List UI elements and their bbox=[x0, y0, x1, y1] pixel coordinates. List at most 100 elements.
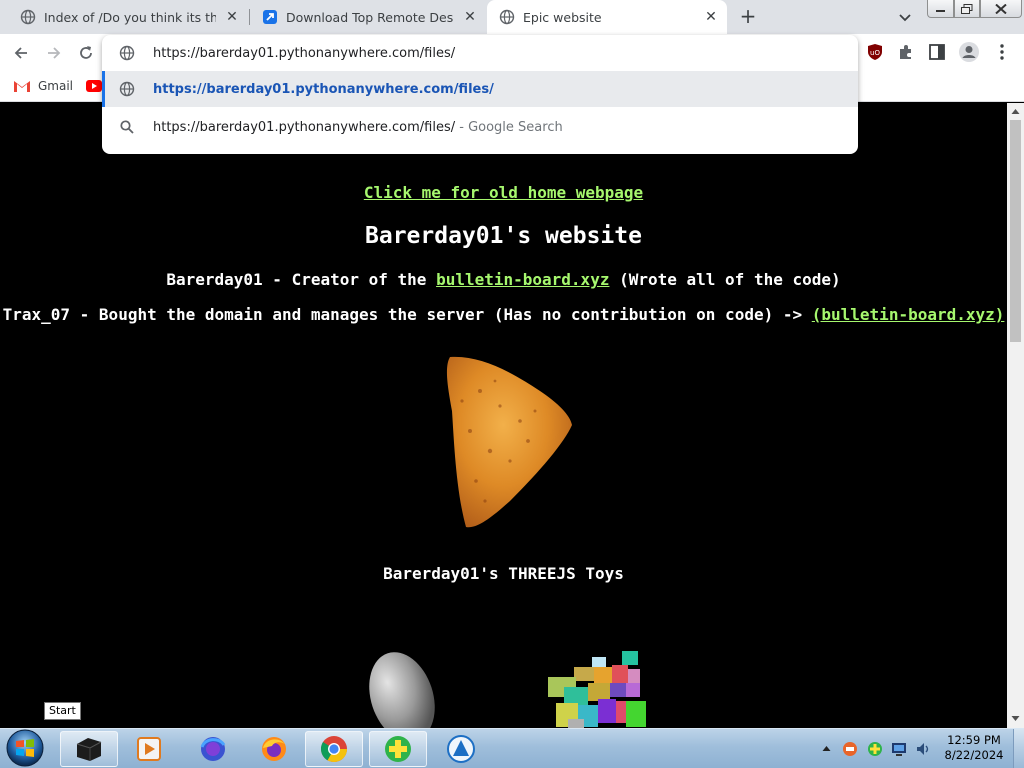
teamviewer-icon bbox=[447, 735, 475, 763]
taskbar-terminal[interactable] bbox=[60, 731, 118, 767]
network-icon[interactable] bbox=[891, 741, 907, 757]
creator-line: Barerday01 - Creator of the bulletin-boa… bbox=[0, 270, 1007, 289]
start-button[interactable] bbox=[3, 728, 47, 768]
forward-arrow-icon bbox=[48, 47, 61, 59]
suggestion-suffix: - Google Search bbox=[455, 119, 563, 135]
clock-date: 8/22/2024 bbox=[944, 748, 1004, 762]
restore-button[interactable] bbox=[954, 0, 980, 18]
chrome-icon bbox=[320, 736, 348, 763]
omnibox-suggestion-url[interactable]: https://barerday01.pythonanywhere.com/fi… bbox=[102, 71, 858, 107]
creator-text: Barerday01 - Creator of the bbox=[166, 270, 437, 289]
tab-strip: Index of /Do you think its that ea ✕ Dow… bbox=[0, 0, 1024, 34]
taskbar-add-app[interactable] bbox=[369, 731, 427, 767]
close-tab-icon[interactable]: ✕ bbox=[224, 9, 240, 25]
back-arrow-icon bbox=[14, 47, 27, 59]
browser-menu-button[interactable] bbox=[991, 41, 1013, 63]
globe-icon bbox=[119, 81, 135, 97]
taskbar-chrome[interactable] bbox=[305, 731, 363, 767]
owner-line: Trax_07 - Bought the domain and manages … bbox=[0, 305, 1007, 324]
bulletin-board-link-2[interactable]: (bulletin-board.xyz) bbox=[812, 305, 1005, 324]
tab-title: Epic website bbox=[523, 9, 602, 25]
creator-suffix: (Wrote all of the code) bbox=[609, 270, 841, 289]
forward-button[interactable] bbox=[43, 42, 65, 64]
globe-icon bbox=[499, 9, 515, 25]
owner-text: Trax_07 - Bought the domain and manages … bbox=[2, 305, 812, 324]
taskbar-firefox[interactable] bbox=[245, 731, 303, 767]
taskbar-media-player[interactable] bbox=[120, 731, 178, 767]
puzzle-icon bbox=[900, 45, 911, 59]
avatar-icon bbox=[959, 42, 979, 62]
tray-app-icon[interactable] bbox=[842, 741, 858, 757]
remote-desktop-icon bbox=[263, 10, 277, 24]
restore-icon bbox=[961, 3, 973, 14]
ublock-extension-button[interactable]: uO bbox=[864, 41, 886, 63]
minimize-button[interactable] bbox=[927, 0, 954, 18]
new-tab-button[interactable]: + bbox=[736, 5, 760, 29]
reload-icon bbox=[80, 46, 92, 59]
scroll-up-icon[interactable] bbox=[1011, 108, 1020, 115]
close-window-button[interactable] bbox=[980, 0, 1022, 18]
close-tab-icon[interactable]: ✕ bbox=[703, 9, 719, 25]
page-scrollbar[interactable] bbox=[1007, 103, 1024, 728]
omnibox-dropdown: https://barerday01.pythonanywhere.com/fi… bbox=[102, 35, 858, 154]
show-desktop-button[interactable] bbox=[1013, 729, 1024, 768]
firefox-icon bbox=[262, 737, 286, 761]
suggestion-query: https://barerday01.pythonanywhere.com/fi… bbox=[153, 119, 456, 135]
youtube-icon bbox=[86, 80, 102, 92]
globe-icon bbox=[119, 45, 135, 61]
extensions-button[interactable] bbox=[895, 41, 917, 63]
scroll-down-icon[interactable] bbox=[1011, 715, 1020, 722]
close-tab-icon[interactable]: ✕ bbox=[462, 9, 478, 25]
side-panel-button[interactable] bbox=[926, 41, 948, 63]
site-title: Barerday01's website bbox=[365, 223, 642, 249]
system-clock[interactable]: 12:59 PM 8/22/2024 bbox=[942, 733, 1006, 763]
desktop-screen: Index of /Do you think its that ea ✕ Dow… bbox=[0, 0, 1024, 768]
address-input[interactable]: https://barerday01.pythonanywhere.com/fi… bbox=[102, 35, 858, 71]
bulletin-board-link[interactable]: bulletin-board.xyz bbox=[436, 270, 609, 289]
profile-button[interactable] bbox=[958, 41, 980, 63]
more-vertical-icon bbox=[1000, 44, 1004, 60]
suggestion-text: https://barerday01.pythonanywhere.com/fi… bbox=[153, 81, 494, 97]
tray-add-icon[interactable] bbox=[867, 741, 883, 757]
firefox-dev-icon bbox=[200, 737, 226, 761]
reload-button[interactable] bbox=[75, 42, 97, 64]
back-button[interactable] bbox=[10, 42, 32, 64]
web-page: Click me for old home webpage Barerday01… bbox=[0, 103, 1007, 728]
tab-epic-website[interactable]: Epic website ✕ bbox=[487, 0, 727, 34]
dorito-chip-image bbox=[446, 356, 572, 528]
clock-time: 12:59 PM bbox=[947, 733, 1001, 747]
tab-download-remote-desktop[interactable]: Download Top Remote Desktop S ✕ bbox=[250, 0, 486, 34]
windows-taskbar: 12:59 PM 8/22/2024 bbox=[0, 728, 1024, 768]
search-icon bbox=[120, 120, 134, 134]
egg-toy-preview[interactable] bbox=[368, 651, 440, 728]
gmail-icon bbox=[14, 81, 30, 92]
taskbar-teamviewer[interactable] bbox=[432, 731, 490, 767]
volume-icon[interactable] bbox=[915, 741, 931, 757]
media-player-icon bbox=[137, 737, 161, 761]
bookmark-gmail[interactable]: Gmail bbox=[13, 76, 73, 96]
bookmark-youtube[interactable] bbox=[86, 76, 102, 96]
address-text: https://barerday01.pythonanywhere.com/fi… bbox=[153, 45, 456, 61]
scrollbar-thumb[interactable] bbox=[1010, 120, 1021, 342]
taskbar-firefox-developer[interactable] bbox=[184, 731, 242, 767]
minimize-icon bbox=[936, 10, 945, 12]
omnibox-suggestion-search[interactable]: https://barerday01.pythonanywhere.com/fi… bbox=[102, 109, 858, 145]
globe-icon bbox=[20, 9, 36, 25]
svg-text:uO: uO bbox=[870, 49, 880, 57]
ublock-shield-icon: uO bbox=[868, 44, 882, 60]
tab-index-of[interactable]: Index of /Do you think its that ea ✕ bbox=[8, 0, 248, 34]
close-icon bbox=[995, 3, 1007, 14]
voxel-cubes-toy-preview[interactable] bbox=[544, 647, 650, 728]
show-hidden-icons-icon[interactable] bbox=[822, 745, 831, 752]
start-tooltip: Start bbox=[44, 702, 81, 720]
suggestion-text: https://barerday01.pythonanywhere.com/fi… bbox=[153, 120, 563, 135]
tab-title: Download Top Remote Desktop S bbox=[286, 9, 454, 25]
bookmark-label: Gmail bbox=[38, 79, 74, 93]
old-home-link[interactable]: Click me for old home webpage bbox=[0, 183, 1007, 202]
threejs-toys-title: Barerday01's THREEJS Toys bbox=[383, 564, 624, 583]
tab-title: Index of /Do you think its that ea bbox=[44, 9, 216, 25]
terminal-icon bbox=[76, 738, 102, 761]
tab-search-chevron-icon[interactable] bbox=[896, 8, 914, 26]
side-panel-icon bbox=[929, 44, 945, 60]
add-icon bbox=[385, 736, 411, 762]
